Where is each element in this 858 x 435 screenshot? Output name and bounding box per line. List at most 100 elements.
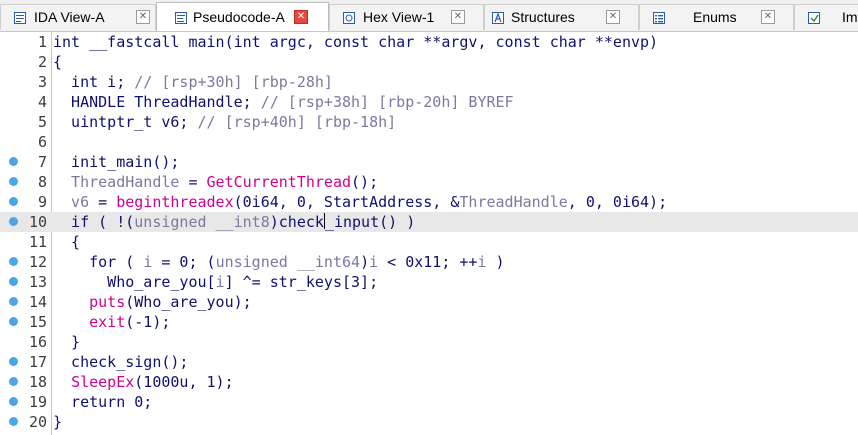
pseudocode-icon (175, 12, 187, 24)
breakpoint-dot-icon[interactable] (9, 197, 18, 206)
tab-enums[interactable]: Enums ✕ (639, 4, 794, 30)
code-line[interactable]: 19 return 0; (0, 392, 858, 412)
code-text: exit(-1); (89, 313, 171, 331)
tab-label: Structures (511, 9, 575, 25)
breakpoint-dot-icon[interactable] (9, 277, 18, 286)
breakpoint-dot-icon[interactable] (9, 297, 18, 306)
line-number: 11 (28, 233, 47, 251)
line-number: 1 (37, 33, 47, 51)
close-icon[interactable]: ✕ (136, 10, 150, 24)
line-number: 3 (37, 73, 47, 91)
code-text: } (53, 333, 81, 351)
code-text: ThreadHandle = GetCurrentThread(); (53, 173, 379, 191)
imported-function: exit (89, 313, 126, 331)
imported-function: SleepEx (71, 373, 135, 391)
close-icon[interactable]: ✕ (606, 10, 620, 24)
line-number: 13 (28, 273, 47, 291)
code-line[interactable]: 11 { (0, 232, 858, 252)
close-icon[interactable]: ✕ (451, 10, 465, 24)
code-text: { (53, 233, 81, 251)
tab-label: IDA View-A (34, 9, 105, 25)
code-text: uintptr_t v6; // [rsp+40h] [rbp-18h] (53, 113, 397, 131)
line-number: 2 (37, 53, 47, 71)
breakpoint-dot-icon[interactable] (9, 177, 18, 186)
tab-label: Pseudocode-A (193, 9, 285, 25)
code-line[interactable]: 7 init_main(); (0, 152, 858, 172)
breakpoint-dot-icon[interactable] (9, 217, 18, 226)
code-text: { (53, 53, 63, 71)
breakpoint-dot-icon[interactable] (9, 417, 18, 426)
line-number: 6 (37, 133, 47, 151)
code-text: HANDLE ThreadHandle; // [rsp+38h] [rbp-2… (53, 93, 514, 111)
breakpoint-dot-icon[interactable] (9, 357, 18, 366)
code-line[interactable]: 4 HANDLE ThreadHandle; // [rsp+38h] [rbp… (0, 92, 858, 112)
code-line[interactable]: 9 v6 = beginthreadex(0i64, 0, StartAddre… (0, 192, 858, 212)
line-number: 10 (28, 213, 47, 231)
comment: // [rsp+38h] [rbp-20h] BYREF (260, 93, 514, 111)
comment: // [rsp+40h] [rbp-18h] (197, 113, 397, 131)
tab-imports[interactable]: Im (794, 4, 858, 30)
code-text: } (53, 413, 63, 431)
imported-function: puts (89, 293, 126, 311)
breakpoint-dot-icon[interactable] (9, 257, 18, 266)
close-icon[interactable]: ✕ (294, 10, 308, 24)
code-text: puts(Who_are_you); (89, 293, 252, 311)
code-text: v6 = beginthreadex(0i64, 0, StartAddress… (53, 193, 668, 211)
close-icon[interactable]: ✕ (761, 10, 775, 24)
code-text: int i; // [rsp+30h] [rbp-28h] (53, 73, 333, 91)
tab-pseudocode-a[interactable]: Pseudocode-A ✕ (156, 2, 329, 31)
imports-icon (808, 12, 820, 24)
code-line[interactable]: 8 ThreadHandle = GetCurrentThread(); (0, 172, 858, 192)
comment: // [rsp+30h] [rbp-28h] (134, 73, 333, 91)
code-line[interactable]: 13 Who_are_you[i] ^= str_keys[3]; (0, 272, 858, 292)
breakpoint-dot-icon[interactable] (9, 377, 18, 386)
line-number: 8 (37, 173, 47, 191)
enums-icon (653, 12, 665, 24)
code-line[interactable]: 3 int i; // [rsp+30h] [rbp-28h] (0, 72, 858, 92)
tab-bar: IDA View-A ✕ Pseudocode-A ✕ Hex View-1 ✕… (0, 0, 858, 32)
code-line[interactable]: 16 } (0, 332, 858, 352)
tab-label: Enums (693, 9, 737, 25)
structures-icon (492, 12, 504, 24)
line-number: 18 (28, 373, 47, 391)
line-number: 16 (28, 333, 47, 351)
code-line[interactable]: 6 (0, 132, 858, 152)
current-code-line[interactable]: 10 if ( !(unsigned __int8)check_input() … (0, 212, 858, 232)
line-number: 7 (37, 153, 47, 171)
code-line[interactable]: 18 SleepEx(1000u, 1); (0, 372, 858, 392)
line-number: 4 (37, 93, 47, 111)
code-line[interactable]: 2 { (0, 52, 858, 72)
code-line[interactable]: 5 uintptr_t v6; // [rsp+40h] [rbp-18h] (0, 112, 858, 132)
imported-function: GetCurrentThread (206, 173, 352, 191)
code-text: return 0; (53, 393, 153, 411)
breakpoint-dot-icon[interactable] (9, 397, 18, 406)
code-text: for ( i = 0; (unsigned __int64)i < 0x11;… (53, 253, 505, 271)
code-line[interactable]: 14 puts(Who_are_you); (0, 292, 858, 312)
tab-structures[interactable]: Structures ✕ (484, 4, 639, 30)
code-text: check_sign(); (53, 353, 189, 371)
breakpoint-dot-icon[interactable] (9, 317, 18, 326)
line-number: 9 (37, 193, 47, 211)
line-number: 12 (28, 253, 47, 271)
code-line[interactable]: 12 for ( i = 0; (unsigned __int64)i < 0x… (0, 252, 858, 272)
imported-function: beginthreadex (116, 193, 234, 211)
code-line[interactable]: 1 int __fastcall main(int argc, const ch… (0, 32, 858, 52)
line-number: 14 (28, 293, 47, 311)
tab-label: Im (842, 9, 858, 25)
code-text: Who_are_you[i] ^= str_keys[3]; (53, 273, 379, 291)
code-line[interactable]: 17 check_sign(); (0, 352, 858, 372)
code-text: init_main(); (53, 153, 180, 171)
code-line[interactable]: 20 } (0, 412, 858, 432)
tab-ida-view-a[interactable]: IDA View-A ✕ (0, 4, 156, 30)
code-text: int __fastcall main(int argc, const char… (53, 33, 659, 51)
line-number: 19 (28, 393, 47, 411)
code-line[interactable]: 15 exit(-1); (0, 312, 858, 332)
document-icon (14, 12, 26, 24)
code-text: if ( !(unsigned __int8)check_input() ) (53, 213, 416, 231)
line-number: 17 (28, 353, 47, 371)
line-number: 20 (28, 413, 47, 431)
breakpoint-dot-icon[interactable] (9, 157, 18, 166)
hex-icon (343, 12, 355, 24)
pseudocode-editor[interactable]: 1 int __fastcall main(int argc, const ch… (0, 32, 858, 435)
tab-hex-view-1[interactable]: Hex View-1 ✕ (329, 4, 484, 30)
